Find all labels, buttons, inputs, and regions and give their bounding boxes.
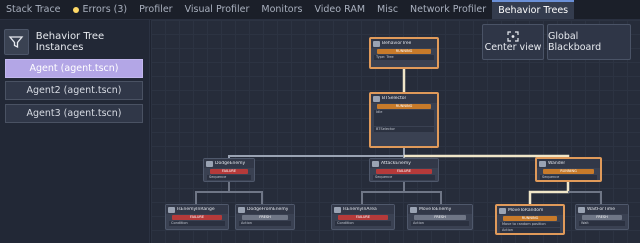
action-icon [499,207,506,214]
tree-node-leaf-active[interactable]: MoveToRandom RUNNING Move to random posi… [495,204,565,235]
sequence-icon [539,160,546,167]
action-icon [410,206,417,213]
node-row: Condition [169,221,225,226]
tree-node-leaf[interactable]: MoveToEnemy FRESH Action [407,204,473,230]
funnel-icon [9,36,24,49]
instances-header: Behavior Tree Instances [4,27,149,57]
instance-item-agent2[interactable]: Agent2 (agent.tscn) [5,81,143,100]
node-row: Move to random position [500,222,560,227]
node-title: MoveToEnemy [408,205,472,214]
tab-network-profiler[interactable]: Network Profiler [404,0,492,19]
status-bar: FRESH [582,215,622,220]
status-bar: RUNNING [377,49,431,54]
question-icon [334,206,341,213]
node-row: Condition [335,221,391,226]
selector-icon [373,95,380,102]
status-bar: FRESH [414,215,466,220]
status-bar: RUNNING [543,169,594,174]
sequence-icon [206,160,213,167]
tab-errors[interactable]: Errors (3) [67,0,134,19]
instance-item-agent[interactable]: Agent (agent.tscn) [5,59,143,78]
tree-node-leaf[interactable]: DodgeFromEnemy FRESH Action [235,204,295,230]
tab-profiler[interactable]: Profiler [133,0,178,19]
node-title: DodgeEnemy [204,159,254,168]
node-title: IsEnemyInArea [332,205,394,214]
status-bar: FAILURE [338,215,388,220]
node-title: WaitForTime [576,205,628,214]
node-row: Sequence [373,175,435,180]
instance-item-agent3[interactable]: Agent3 (agent.tscn) [5,104,143,123]
instances-title: Behavior Tree Instances [35,31,105,53]
tab-monitors[interactable]: Monitors [255,0,308,19]
status-bar: FRESH [242,215,288,220]
tab-visual-profiler[interactable]: Visual Profiler [179,0,256,19]
status-bar: RUNNING [377,104,431,109]
node-row: Sequence [207,175,251,180]
node-title: BehaviorTree [371,39,437,48]
node-row: Action [239,221,291,226]
node-row: Wait [579,221,625,226]
action-icon [238,206,245,213]
node-row: Idle [374,110,434,126]
node-title: BTSelector [371,94,437,103]
filter-button[interactable] [4,29,29,55]
node-row: Type: Tree [374,55,434,60]
node-row: Action [411,221,469,226]
tree-node-attack[interactable]: AttackEnemy FAILURE Sequence [369,158,439,182]
tab-stack-trace[interactable]: Stack Trace [0,0,67,19]
clock-icon [578,206,585,213]
global-blackboard-button[interactable]: Global Blackboard [547,24,631,60]
warning-dot-icon [72,6,79,13]
status-bar: FAILURE [172,215,222,220]
node-row: BTSelector [374,127,434,132]
status-bar: FAILURE [210,169,248,174]
question-icon [168,206,175,213]
tree-node-wander[interactable]: Wander RUNNING Sequence [535,157,602,182]
instances-panel: Behavior Tree Instances Agent (agent.tsc… [0,20,150,243]
node-row: Action [500,228,560,233]
status-bar: FAILURE [376,169,432,174]
tab-behavior-trees[interactable]: Behavior Trees [492,0,575,19]
behavior-tree-graph[interactable]: Center view Global Blackboard BehaviorTr… [151,20,640,243]
tree-icon [373,40,380,47]
tree-node-selector[interactable]: BTSelector RUNNING Idle BTSelector [369,92,439,148]
tree-node-dodge[interactable]: DodgeEnemy FAILURE Sequence [203,158,255,182]
node-title: DodgeFromEnemy [236,205,294,214]
node-title: Wander [537,159,600,168]
tab-misc[interactable]: Misc [371,0,404,19]
node-title: AttackEnemy [370,159,438,168]
status-bar: RUNNING [503,216,557,221]
tree-node-root[interactable]: BehaviorTree RUNNING Type: Tree [369,37,439,69]
tree-node-leaf[interactable]: IsEnemyInRange FAILURE Condition [165,204,229,230]
center-view-icon [507,31,519,42]
center-view-button[interactable]: Center view [482,24,544,60]
node-row: Sequence [540,175,597,180]
tab-video-ram[interactable]: Video RAM [308,0,371,19]
tree-node-leaf[interactable]: IsEnemyInArea FAILURE Condition [331,204,395,230]
node-title: IsEnemyInRange [166,205,228,214]
tree-node-leaf[interactable]: WaitForTime FRESH Wait [575,204,629,230]
debugger-tab-bar: Stack Trace Errors (3) Profiler Visual P… [0,0,640,20]
node-title: MoveToRandom [497,206,563,215]
sequence-icon [372,160,379,167]
